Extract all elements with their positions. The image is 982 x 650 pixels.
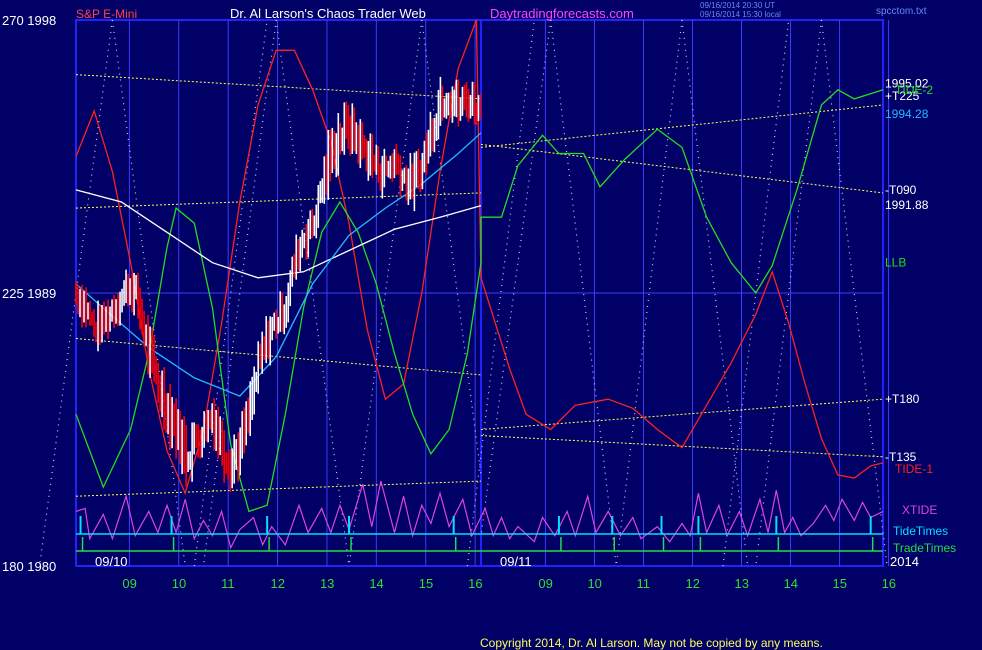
- site-label[interactable]: Daytradingforecasts.com: [490, 6, 634, 21]
- x-tick-label: 09: [538, 576, 552, 591]
- year-label: 2014: [890, 554, 919, 569]
- right-label: TIDE-2: [895, 83, 933, 97]
- channel-line: [75, 480, 482, 497]
- y-axis-label: 180 1980: [2, 559, 56, 574]
- symbol-label: S&P E-Mini: [76, 7, 137, 21]
- tide-2-line: [75, 89, 884, 513]
- series-lines: [75, 19, 884, 552]
- y-axis-label: 225 1989: [2, 286, 56, 301]
- tide-1-line: [75, 19, 884, 496]
- timestamp-local: 09/16/2014 15:30 local: [700, 10, 781, 19]
- x-tick-label: 09: [122, 576, 136, 591]
- right-label: TIDE-1: [895, 462, 933, 476]
- data-file-name: spcctom.txt: [876, 6, 927, 17]
- channel-line: [480, 435, 884, 458]
- y-axis-label: 270 1998: [2, 13, 56, 28]
- x-tick-label: 16: [468, 576, 482, 591]
- x-tick-label: 10: [172, 576, 186, 591]
- x-tick-label: 12: [685, 576, 699, 591]
- right-label: 1994.28: [885, 107, 929, 121]
- legend-label: TideTimes: [893, 524, 948, 538]
- date-label-left: 09/10: [95, 554, 128, 569]
- grid-lines: [76, 20, 890, 566]
- x-tick-label: 14: [784, 576, 798, 591]
- right-label: LLB: [885, 256, 906, 270]
- channel-lines: [75, 74, 884, 497]
- x-tick-label: 15: [419, 576, 433, 591]
- legend-label: TradeTimes: [893, 541, 956, 555]
- x-tick-label: 14: [369, 576, 383, 591]
- chart-title: Dr. Al Larson's Chaos Trader Web: [230, 6, 426, 21]
- x-tick-label: 11: [221, 576, 235, 591]
- x-tick-label: 11: [636, 576, 650, 591]
- right-label: -T090: [885, 183, 917, 197]
- chaos-chart: 09 10 11 12 13 14 15 16 09 10 11 12 13 14 15 16 270 1998…: [2, 1, 956, 650]
- right-label: 1991.88: [885, 198, 929, 212]
- x-tick-label: 13: [320, 576, 334, 591]
- x-tick-label: 15: [833, 576, 847, 591]
- moving-average-white: [75, 189, 482, 279]
- channel-line: [480, 143, 884, 194]
- x-tick-label: 13: [735, 576, 749, 591]
- x-tick-label: 16: [882, 576, 896, 591]
- date-label-right: 09/11: [500, 554, 532, 569]
- x-tick-label: 12: [271, 576, 285, 591]
- legend-label: XTIDE: [902, 503, 937, 517]
- channel-line: [75, 338, 482, 376]
- x-tick-label: 10: [587, 576, 601, 591]
- envelope-dotted-line: [480, 19, 552, 536]
- channel-line: [480, 104, 884, 148]
- copyright-notice: Copyright 2014, Dr. Al Larson. May not b…: [480, 636, 823, 650]
- timestamp-ut: 09/16/2014 20:30 UT: [700, 1, 775, 10]
- right-label: +T180: [885, 392, 920, 406]
- channel-line: [75, 192, 482, 209]
- channel-line: [480, 398, 884, 430]
- channel-line: [75, 74, 482, 100]
